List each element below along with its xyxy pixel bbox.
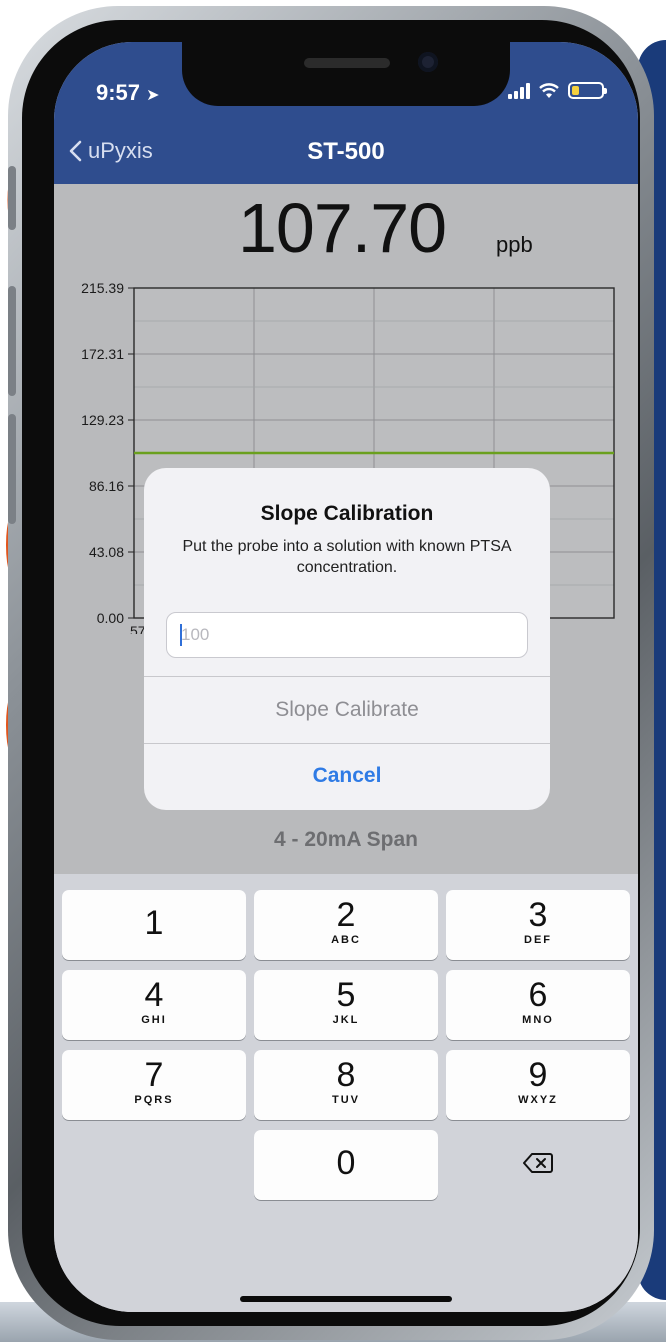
back-button[interactable]: uPyxis [68, 138, 153, 164]
key-5[interactable]: 5 JKL [254, 970, 438, 1040]
main-content: 107.70 ppb 215.39 172.31 129.23 86.16 43.08 0… [54, 184, 638, 874]
signal-icon [508, 82, 530, 99]
numeric-keypad: 1 2 ABC 3 DEF 4 GHI 5 JKL 6 MNO 7 PQRS 8 TUV 9W… [54, 874, 638, 1312]
backspace-icon [523, 1153, 553, 1173]
battery-icon [568, 82, 607, 99]
text-cursor [180, 624, 182, 646]
delete-key[interactable] [446, 1130, 630, 1200]
phone-frame: 9:57 ➤ ST-500 uPyxis 107.70 ppb 215.39 1… [8, 6, 654, 1340]
y-tick-label: 86.16 [89, 478, 124, 494]
back-button-label: uPyxis [88, 138, 153, 163]
front-camera [418, 52, 438, 72]
notch [182, 42, 510, 106]
key-9[interactable]: 9 WXYZ [446, 1050, 630, 1120]
y-tick-label: 0.00 [97, 610, 124, 626]
key-0[interactable]: 0 [254, 1130, 438, 1200]
chevron-left-icon [69, 140, 82, 162]
concentration-input[interactable] [166, 612, 528, 658]
wifi-icon [539, 82, 559, 98]
dialog-title: Slope Calibration [260, 502, 434, 525]
slope-calibration-dialog: Slope Calibration Put the probe into a s… [144, 468, 550, 810]
status-icons [508, 82, 607, 99]
y-tick-label: 215.39 [81, 280, 124, 296]
cancel-button[interactable]: Cancel [144, 744, 550, 810]
key-4[interactable]: 4 GHI [62, 970, 246, 1040]
reading-unit: ppb [496, 232, 533, 257]
speaker-grille [304, 58, 390, 68]
navigation-bar: 9:57 ➤ ST-500 uPyxis [54, 42, 638, 184]
home-indicator [240, 1296, 452, 1302]
key-7[interactable]: 7 PQRS [62, 1050, 246, 1120]
screen: 9:57 ➤ ST-500 uPyxis 107.70 ppb 215.39 1… [54, 42, 638, 1312]
slope-calibrate-button[interactable]: Slope Calibrate [144, 677, 550, 743]
key-1[interactable]: 1 [62, 890, 246, 960]
reading-value: 107.70 [238, 189, 447, 267]
status-time: 9:57 ➤ [96, 80, 160, 105]
volume-down-button [8, 414, 16, 524]
volume-up-button [8, 286, 16, 396]
y-tick-label: 172.31 [81, 346, 124, 362]
y-tick-label: 129.23 [81, 412, 124, 428]
span-button[interactable]: 4 - 20mA Span [54, 828, 638, 852]
dialog-message: Put the probe into a solution with known… [182, 538, 512, 576]
key-8[interactable]: 8 TUV [254, 1050, 438, 1120]
mute-switch [8, 166, 16, 230]
y-tick-label: 43.08 [89, 544, 124, 560]
key-3[interactable]: 3 DEF [446, 890, 630, 960]
key-2[interactable]: 2 ABC [254, 890, 438, 960]
key-6[interactable]: 6 MNO [446, 970, 630, 1040]
